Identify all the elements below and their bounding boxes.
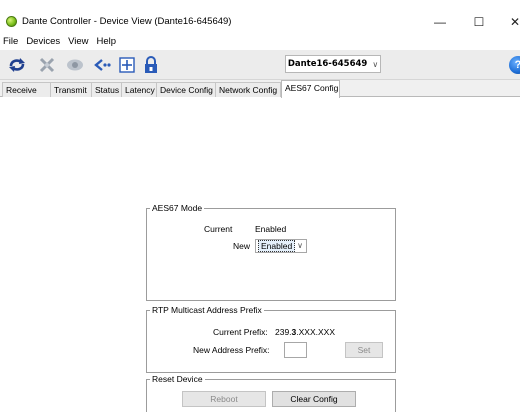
reboot-button[interactable]: Reboot <box>182 391 266 407</box>
chevron-down-icon: ∨ <box>297 241 303 250</box>
aes67-mode-legend: AES67 Mode <box>150 203 205 213</box>
new-mode-dropdown[interactable]: Enabled ∨ <box>255 239 307 253</box>
tab-latency[interactable]: Latency <box>121 82 157 97</box>
tools-icon <box>39 57 55 73</box>
reset-device-group: Reset Device Reboot Clear Config <box>146 374 396 412</box>
reset-device-legend: Reset Device <box>150 374 205 384</box>
new-prefix-label: New Address Prefix: <box>193 345 270 355</box>
lock-button[interactable] <box>140 55 162 75</box>
network-icon <box>94 59 111 71</box>
chevron-down-icon: ∨ <box>372 59 379 69</box>
tools-button[interactable] <box>36 55 58 75</box>
minimize-button[interactable]: — <box>425 12 455 32</box>
rtp-prefix-legend: RTP Multicast Address Prefix <box>150 305 264 315</box>
device-selector[interactable]: Dante16-645649 ∨ <box>285 55 381 73</box>
identify-button[interactable] <box>64 55 86 75</box>
set-button[interactable]: Set <box>345 342 383 358</box>
clear-config-button[interactable]: Clear Config <box>272 391 356 407</box>
aes67-config-panel: AES67 Mode Current Enabled New Enabled ∨… <box>0 97 520 412</box>
current-prefix-part-3: .XXX.XXX <box>296 327 336 337</box>
new-prefix-input[interactable] <box>284 342 307 358</box>
tab-transmit[interactable]: Transmit <box>50 82 92 97</box>
window-title: Dante Controller - Device View (Dante16-… <box>22 16 232 27</box>
current-prefix-part-1: 239. <box>275 327 292 337</box>
tab-aes67-config[interactable]: AES67 Config <box>281 80 340 98</box>
new-mode-value: Enabled <box>258 240 296 252</box>
maximize-button[interactable]: ☐ <box>464 12 494 32</box>
add-button[interactable] <box>116 55 138 75</box>
new-mode-label: New <box>233 241 251 251</box>
menu-file[interactable]: File <box>0 34 22 50</box>
dante-app-icon <box>6 16 17 27</box>
current-prefix-value: 239.3.XXX.XXX <box>275 327 335 337</box>
identify-icon <box>67 59 83 71</box>
add-icon <box>119 57 135 73</box>
refresh-icon <box>9 58 25 72</box>
menu-devices[interactable]: Devices <box>22 34 64 50</box>
rtp-multicast-prefix-group: RTP Multicast Address Prefix Current Pre… <box>146 305 396 373</box>
title-bar: Dante Controller - Device View (Dante16-… <box>0 10 520 34</box>
tab-network-config[interactable]: Network Config <box>215 82 281 97</box>
device-selector-value: Dante16-645649 <box>287 59 368 69</box>
current-prefix-label: Current Prefix: <box>213 327 268 337</box>
tab-device-config[interactable]: Device Config <box>156 82 216 97</box>
tab-status[interactable]: Status <box>91 82 122 97</box>
current-mode-label: Current <box>204 224 233 234</box>
menu-bar: File Devices View Help <box>0 34 520 50</box>
network-button[interactable] <box>92 55 114 75</box>
aes67-mode-group: AES67 Mode Current Enabled New Enabled ∨ <box>146 203 396 301</box>
current-mode-value: Enabled <box>255 224 287 234</box>
menu-view[interactable]: View <box>64 34 92 50</box>
tab-receive[interactable]: Receive <box>2 82 51 97</box>
close-button[interactable]: ✕ <box>500 12 520 32</box>
toolbar: Dante16-645649 ∨ ? <box>0 50 520 80</box>
refresh-button[interactable] <box>6 55 28 75</box>
lock-icon <box>145 56 157 73</box>
menu-help[interactable]: Help <box>93 34 121 50</box>
tab-bar: Receive Transmit Status Latency Device C… <box>0 80 520 98</box>
help-icon[interactable]: ? <box>509 56 520 74</box>
